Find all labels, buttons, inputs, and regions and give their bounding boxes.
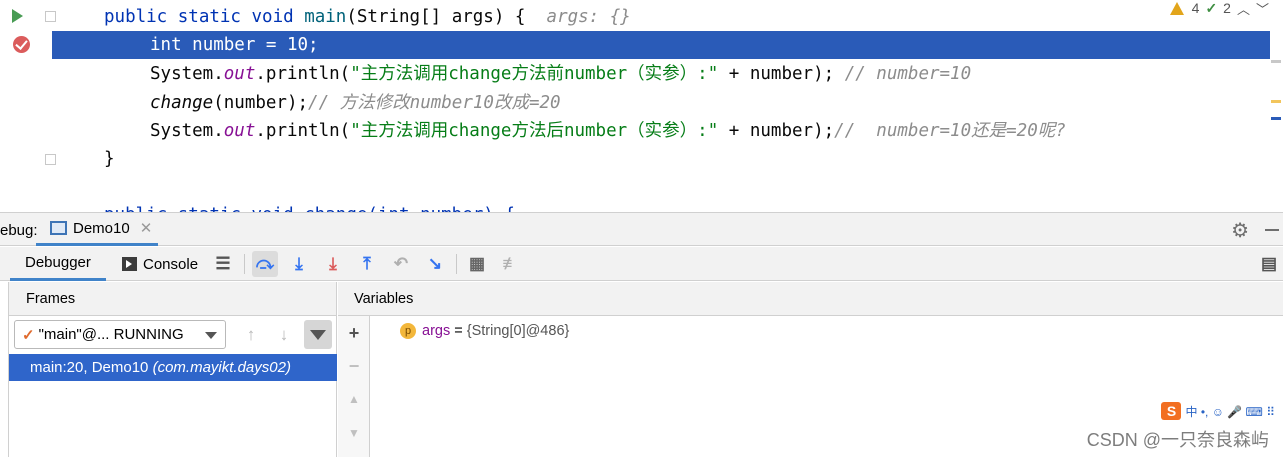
frame-package: (com.mayikt.days02)	[152, 359, 291, 376]
code-token: // number=10	[844, 64, 972, 84]
application-icon	[50, 221, 67, 235]
code-token: .println(	[255, 121, 351, 141]
chevron-up-icon[interactable]: ︿	[1237, 0, 1250, 18]
frame-up-icon[interactable]: ↑	[238, 320, 264, 349]
code-line: System.out.println("主方法调用change方法后number…	[0, 117, 1270, 145]
scroll-marker	[1271, 60, 1281, 63]
console-icon	[122, 257, 137, 271]
variables-side-toolbar: + − ▲ ▼	[338, 316, 370, 457]
code-token: // number=10还是=20呢?	[834, 121, 1066, 141]
debug-tool-window-header: ebug: Demo10 ✕ ⚙	[0, 212, 1283, 246]
step-over-icon[interactable]: ⤼	[252, 251, 278, 277]
chevron-down-icon	[205, 332, 217, 339]
code-token: System.	[150, 121, 224, 141]
code-token: args: {}	[546, 7, 631, 27]
code-token: + number);	[718, 121, 835, 141]
variables-title: Variables	[354, 291, 414, 307]
code-token: }	[104, 149, 115, 169]
check-icon: ✓	[22, 326, 35, 344]
ime-toolbar[interactable]: S 中 •, ☺ 🎤 ⌨ ⠿	[1161, 402, 1275, 420]
variables-title-bar	[338, 282, 1283, 316]
code-token: out	[223, 121, 256, 141]
code-token: (number);	[213, 93, 309, 113]
thread-label: "main"@... RUNNING	[38, 326, 184, 343]
drop-frame-icon[interactable]: ↶	[388, 251, 414, 277]
toolbar-separator	[244, 254, 245, 274]
variable-name: args	[422, 323, 451, 339]
tab-console-label: Console	[143, 255, 199, 273]
frame-item[interactable]: main:20, Demo10 (com.mayikt.days02)	[9, 354, 337, 381]
code-token: // 方法修改number10改成=20	[308, 93, 561, 113]
code-token: "主方法调用change方法前number（实参）:"	[350, 64, 719, 84]
frame-down-icon[interactable]: ↓	[271, 320, 297, 349]
code-token: number = 10;	[192, 35, 319, 55]
step-out-icon[interactable]: ⤒	[354, 251, 380, 277]
variable-value: {String[0]@486}	[466, 323, 570, 339]
remove-watch-icon[interactable]: −	[338, 353, 370, 379]
code-token: .println(	[255, 64, 351, 84]
frame-location: main:20, Demo10	[30, 359, 153, 376]
run-to-cursor-icon[interactable]: ↘	[422, 251, 448, 277]
evaluate-expression-icon[interactable]: ▦	[464, 251, 490, 277]
move-down-icon[interactable]: ▼	[338, 420, 370, 446]
code-editor[interactable]: public static void main(String[] args) {…	[0, 0, 1283, 212]
minimize-icon[interactable]	[1265, 229, 1279, 231]
code-line-current: int number = 10;	[52, 31, 1270, 59]
code-token: "主方法调用change方法后number（实参）:"	[350, 121, 719, 141]
tab-debugger[interactable]: Debugger	[10, 247, 106, 281]
parameter-icon: p	[400, 323, 416, 339]
debug-title: ebug:	[0, 222, 38, 239]
step-into-icon[interactable]: ⤓	[286, 251, 312, 277]
breakpoint-icon[interactable]	[13, 36, 30, 53]
code-token: public static void	[104, 7, 305, 27]
force-step-into-icon[interactable]: ⤓	[320, 251, 346, 277]
code-line: public static void main(String[] args) {…	[0, 3, 1270, 31]
variable-equals: =	[450, 323, 467, 339]
code-token: out	[223, 64, 256, 84]
frames-panel: Frames ✓ "main"@... RUNNING ↑ ↓ main:20,…	[8, 282, 337, 457]
code-line: System.out.println("主方法调用change方法前number…	[0, 60, 1270, 88]
frames-title: Frames	[26, 291, 76, 307]
ime-status: 中 •, ☺ 🎤 ⌨ ⠿	[1185, 404, 1275, 419]
code-line-partial: public static void change(int number) {	[0, 201, 1270, 212]
move-up-icon[interactable]: ▲	[338, 386, 370, 412]
variable-row[interactable]: p args = {String[0]@486}	[400, 320, 569, 342]
close-icon[interactable]: ✕	[140, 219, 153, 237]
code-token: int	[150, 35, 193, 55]
code-token: change	[150, 93, 214, 113]
code-token: (String[] args) {	[346, 7, 547, 27]
thread-selector[interactable]: ✓ "main"@... RUNNING	[14, 320, 226, 349]
warning-count: 4	[1191, 0, 1200, 16]
code-token: main	[304, 7, 347, 27]
inspection-widget[interactable]: 4 ✓ 2 ︿ ﹀	[1169, 0, 1269, 18]
restore-layout-icon[interactable]: ▤	[1256, 251, 1282, 277]
layout-menu-icon[interactable]: ☰	[210, 251, 236, 277]
code-line: }	[0, 145, 1270, 173]
tab-label: Demo10	[73, 219, 130, 237]
tab-debugger-label: Debugger	[25, 254, 91, 271]
chevron-down-icon[interactable]: ﹀	[1256, 0, 1269, 18]
tab-demo10[interactable]: Demo10 ✕	[36, 213, 158, 246]
filter-icon	[310, 329, 326, 340]
gear-icon[interactable]: ⚙	[1231, 218, 1249, 243]
filter-frames-button[interactable]	[304, 320, 332, 349]
add-watch-icon[interactable]: +	[338, 320, 370, 346]
scroll-marker-current	[1271, 117, 1281, 120]
ime-logo-icon: S	[1161, 402, 1182, 420]
tab-console[interactable]: Console	[122, 247, 198, 281]
debug-toolbar: Debugger Console ☰ ⤼ ⤓ ⤓ ⤒ ↶ ↘ ▦ ≢ ▤	[0, 247, 1283, 281]
code-token: public static void change(int number) {	[104, 205, 515, 212]
trace-stream-icon[interactable]: ≢	[498, 251, 524, 277]
code-token: + number);	[718, 64, 845, 84]
code-token: System.	[150, 64, 224, 84]
watermark: CSDN @一只奈良森屿	[1086, 430, 1269, 450]
warning-icon	[1169, 1, 1184, 15]
typo-count: 2	[1223, 0, 1231, 16]
scroll-marker-warning	[1271, 100, 1281, 103]
toolbar-separator	[456, 254, 457, 274]
typo-check-icon: ✓	[1205, 0, 1218, 16]
code-line: change(number);// 方法修改number10改成=20	[0, 89, 1270, 117]
